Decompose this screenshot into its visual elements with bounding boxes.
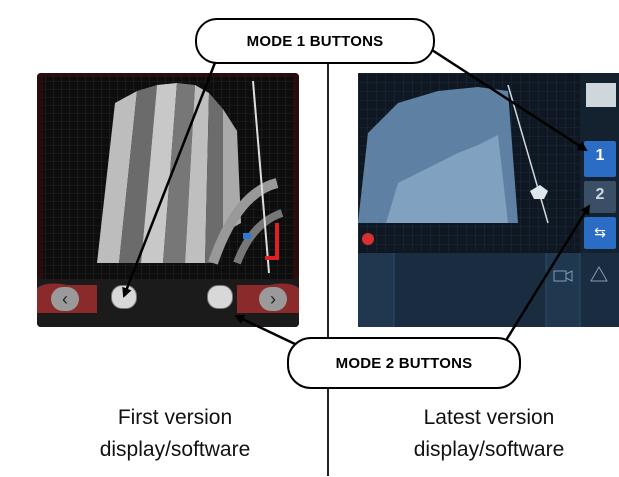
new-mode2-key: 2 xyxy=(595,186,605,203)
right-caption-line2: display/software xyxy=(413,438,565,461)
old-prev-button[interactable]: ‹ xyxy=(51,287,79,311)
new-display-graphic xyxy=(358,73,619,327)
new-mode1-button[interactable]: 1 xyxy=(584,141,616,177)
old-next-button[interactable]: › xyxy=(259,287,287,311)
center-divider xyxy=(327,64,329,476)
mode2-callout-label: MODE 2 BUTTONS xyxy=(335,354,473,372)
right-caption-line1: Latest version xyxy=(423,406,555,429)
left-caption: First version display/software xyxy=(60,402,290,466)
new-swap-button[interactable]: ⇆ xyxy=(584,217,616,249)
old-mode1-button[interactable] xyxy=(111,285,137,309)
mode2-callout: MODE 2 BUTTONS xyxy=(287,337,521,389)
mode1-callout: MODE 1 BUTTONS xyxy=(195,18,435,64)
left-caption-line2: display/software xyxy=(99,438,251,461)
left-caption-line1: First version xyxy=(117,406,233,429)
old-mode2-button[interactable] xyxy=(207,285,233,309)
old-display-screenshot: ‹ › xyxy=(37,73,299,327)
old-display-graphic xyxy=(37,73,299,327)
new-mode2-button[interactable]: 2 xyxy=(584,181,616,213)
new-display-screenshot: 1 2 ⇆ xyxy=(358,73,619,327)
right-caption: Latest version display/software xyxy=(374,402,604,466)
mode1-callout-label: MODE 1 BUTTONS xyxy=(246,32,384,50)
new-mode1-key: 1 xyxy=(595,147,605,164)
